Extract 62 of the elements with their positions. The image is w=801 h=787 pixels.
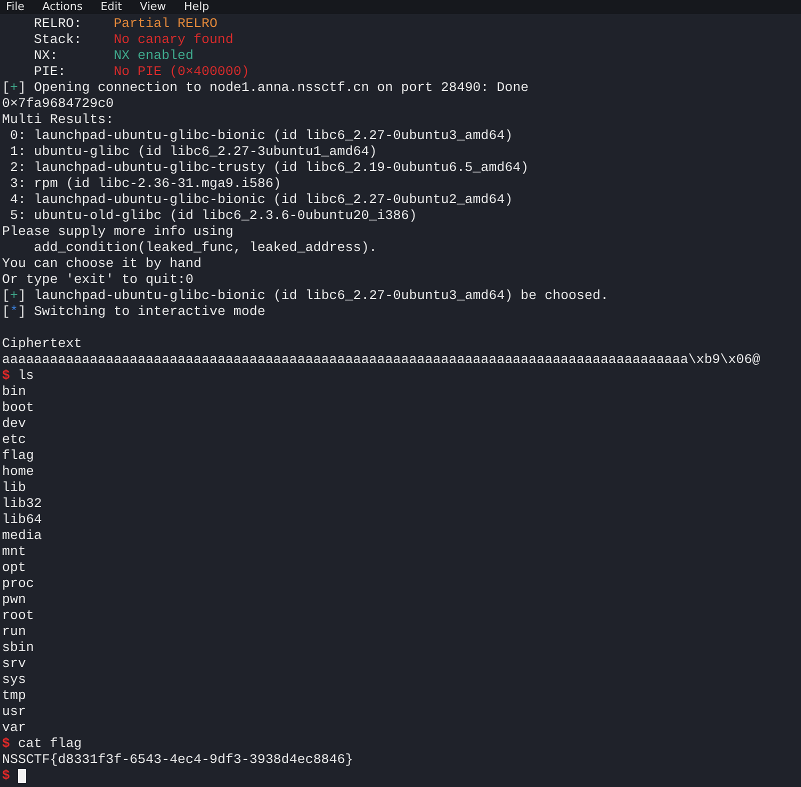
status-text: launchpad-ubuntu-glibc-bionic (id libc6_2.27-0ubuntu3_amd64) be choosed. — [32, 288, 608, 304]
prompt-symbol: $ — [2, 736, 10, 752]
output-text: Multi Results: — [2, 112, 114, 128]
field-value: No PIE (0×400000) — [114, 64, 250, 80]
menu-item[interactable]: Actions — [42, 0, 83, 14]
output-text: opt — [2, 560, 26, 576]
output-text: You can choose it by hand — [2, 256, 202, 272]
output-text: bin — [2, 384, 26, 400]
field-label: NX: — [32, 48, 59, 64]
output-text: etc — [2, 432, 26, 448]
output-text: aaaaaaaaaaaaaaaaaaaaaaaaaaaaaaaaaaaaaaaaaaaaaaaaaaaaaaaaaaaaaaaaaaaaaaaaaaaaaaaaaaaaaa\xb9\x06@ — [2, 352, 760, 368]
prompt-symbol: $ — [2, 368, 10, 384]
output-text: 4: launchpad-ubuntu-glibc-bionic (id libc6_2.27-0ubuntu2_amd64) — [8, 192, 513, 208]
output-text: mnt — [2, 544, 26, 560]
output-text: run — [2, 624, 26, 640]
menu-item[interactable]: Help — [184, 0, 210, 14]
output-text: lib32 — [2, 496, 42, 512]
output-text: 2: launchpad-ubuntu-glibc-trusty (id libc6_2.19-0ubuntu6.5_amd64) — [8, 160, 529, 176]
field-value: No canary found — [114, 32, 234, 48]
output-text: pwn — [2, 592, 26, 608]
output-text: Please supply more info using — [2, 224, 234, 240]
output-text: 1: ubuntu-glibc (id libc6_2.27-3ubuntu1_amd64) — [8, 144, 378, 160]
output-text: add_condition(leaked_func, leaked_address). — [32, 240, 378, 256]
output-text: usr — [2, 704, 26, 720]
command-text: cat flag — [18, 736, 82, 752]
output-text: media — [2, 528, 42, 544]
output-text: Ciphertext — [2, 336, 82, 352]
output-text: home — [2, 464, 34, 480]
output-text: lib64 — [2, 512, 42, 528]
output-text: dev — [2, 416, 26, 432]
output-text: 3: rpm (id libc-2.36-31.mga9.i586) — [8, 176, 282, 192]
field-label: RELRO: — [32, 16, 83, 32]
menu-item[interactable]: View — [140, 0, 166, 14]
status-text: Opening connection to node1.anna.nssctf.cn on port 28490: Done — [32, 80, 529, 96]
output-text: flag — [2, 448, 34, 464]
status-text: Switching to interactive mode — [32, 304, 266, 320]
output-text: var — [2, 720, 26, 736]
field-value: NX enabled — [114, 48, 194, 64]
menu-item[interactable]: File — [6, 0, 24, 14]
menu-item[interactable]: Edit — [100, 0, 122, 14]
field-label: PIE: — [32, 64, 67, 80]
output-text: lib — [2, 480, 26, 496]
command-text: ls — [18, 368, 34, 384]
field-value: Partial RELRO — [114, 16, 218, 32]
output-text: proc — [2, 576, 34, 592]
output-text: 0×7fa9684729c0 — [2, 96, 114, 112]
output-text: boot — [2, 400, 34, 416]
status-marker: [+] — [2, 288, 26, 304]
output-text: Or type 'exit' to quit:0 — [2, 272, 194, 288]
output-text: srv — [2, 656, 26, 672]
output-text: tmp — [2, 688, 26, 704]
prompt-symbol: $ — [2, 768, 10, 784]
status-marker: [+] — [2, 80, 26, 96]
field-label: Stack: — [32, 32, 83, 48]
output-text: root — [2, 608, 34, 624]
output-text: 0: launchpad-ubuntu-glibc-bionic (id libc6_2.27-0ubuntu3_amd64) — [8, 128, 513, 144]
status-marker: [*] — [2, 304, 26, 320]
output-text: 5: ubuntu-old-glibc (id libc6_2.3.6-0ubuntu20_i386) — [8, 208, 417, 224]
text-cursor[interactable] — [18, 769, 26, 783]
output-text: sbin — [2, 640, 34, 656]
output-text: sys — [2, 672, 26, 688]
output-text: NSSCTF{d8331f3f-6543-4ec4-9df3-3938d4ec8846} — [2, 752, 354, 768]
